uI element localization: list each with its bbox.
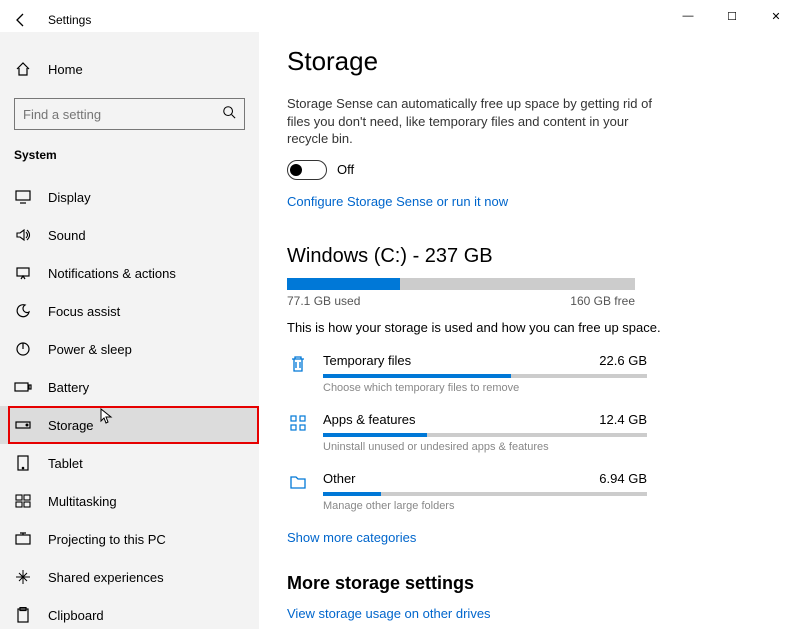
apps-icon: [287, 412, 309, 434]
display-icon: [14, 190, 32, 204]
projecting-icon: [14, 532, 32, 546]
drive-used-label: 77.1 GB used: [287, 294, 360, 308]
category-hint: Uninstall unused or undesired apps & fea…: [323, 441, 647, 453]
folder-icon: [287, 471, 309, 493]
sidebar-item-sound[interactable]: Sound: [0, 216, 259, 254]
sidebar-item-label: Notifications & actions: [48, 266, 176, 281]
drive-free-label: 160 GB free: [570, 294, 635, 308]
search-input[interactable]: [23, 107, 203, 122]
drive-usage-bar: [287, 278, 635, 290]
sidebar: Settings Home System Display Sound: [0, 32, 259, 629]
sidebar-item-notifications[interactable]: Notifications & actions: [0, 254, 259, 292]
category-hint: Manage other large folders: [323, 500, 647, 512]
home-link[interactable]: Home: [0, 52, 259, 86]
storage-sense-toggle[interactable]: [287, 160, 327, 180]
section-label: System: [0, 142, 259, 168]
page-title: Storage: [287, 46, 772, 77]
main-content: Storage Storage Sense can automatically …: [259, 32, 800, 629]
sidebar-item-display[interactable]: Display: [0, 178, 259, 216]
usage-hint: This is how your storage is used and how…: [287, 320, 772, 335]
category-apps-features[interactable]: Apps & features 12.4 GB Uninstall unused …: [287, 412, 647, 453]
drive-usage-fill: [287, 278, 400, 290]
category-hint: Choose which temporary files to remove: [323, 382, 647, 394]
power-icon: [14, 341, 32, 357]
drive-heading: Windows (C:) - 237 GB: [287, 245, 772, 268]
clipboard-icon: [14, 607, 32, 623]
configure-storage-sense-link[interactable]: Configure Storage Sense or run it now: [287, 194, 772, 209]
sidebar-item-label: Battery: [48, 380, 89, 395]
home-label: Home: [48, 62, 83, 77]
sidebar-item-label: Storage: [48, 418, 94, 433]
sidebar-item-clipboard[interactable]: Clipboard: [0, 596, 259, 634]
show-more-categories-link[interactable]: Show more categories: [287, 530, 772, 545]
nav-list: Display Sound Notifications & actions Fo…: [0, 178, 259, 634]
category-size: 22.6 GB: [599, 353, 647, 368]
search-icon: [222, 105, 236, 124]
app-title: Settings: [48, 13, 91, 27]
sidebar-item-label: Clipboard: [48, 608, 104, 623]
home-icon: [14, 61, 32, 77]
toggle-state-label: Off: [337, 162, 354, 177]
sidebar-item-storage[interactable]: Storage: [0, 406, 259, 444]
category-bar: [323, 374, 647, 378]
tablet-icon: [14, 455, 32, 471]
sidebar-item-label: Projecting to this PC: [48, 532, 166, 547]
category-size: 6.94 GB: [599, 471, 647, 486]
notifications-icon: [14, 266, 32, 280]
battery-icon: [14, 381, 32, 393]
sidebar-item-focus-assist[interactable]: Focus assist: [0, 292, 259, 330]
sidebar-item-label: Shared experiences: [48, 570, 164, 585]
sidebar-item-label: Focus assist: [48, 304, 120, 319]
sidebar-item-label: Display: [48, 190, 91, 205]
window-close[interactable]: ✕: [754, 1, 798, 31]
category-name: Apps & features: [323, 412, 416, 427]
window-minimize[interactable]: —: [666, 1, 710, 31]
sidebar-item-shared-experiences[interactable]: Shared experiences: [0, 558, 259, 596]
window-maximize[interactable]: ☐: [710, 1, 754, 31]
sidebar-item-label: Multitasking: [48, 494, 117, 509]
category-bar: [323, 492, 647, 496]
drive-usage-labels: 77.1 GB used 160 GB free: [287, 294, 635, 308]
category-name: Temporary files: [323, 353, 411, 368]
category-other[interactable]: Other 6.94 GB Manage other large folders: [287, 471, 647, 512]
trash-icon: [287, 353, 309, 375]
category-name: Other: [323, 471, 356, 486]
sidebar-item-multitasking[interactable]: Multitasking: [0, 482, 259, 520]
category-bar: [323, 433, 647, 437]
sidebar-item-battery[interactable]: Battery: [0, 368, 259, 406]
view-storage-other-drives-link[interactable]: View storage usage on other drives: [287, 606, 772, 621]
sound-icon: [14, 228, 32, 242]
shared-experiences-icon: [14, 569, 32, 585]
storage-sense-description: Storage Sense can automatically free up …: [287, 95, 657, 148]
sidebar-item-projecting[interactable]: Projecting to this PC: [0, 520, 259, 558]
highlight-box: [8, 406, 259, 444]
sidebar-item-tablet[interactable]: Tablet: [0, 444, 259, 482]
more-storage-settings-heading: More storage settings: [287, 573, 772, 594]
sidebar-item-label: Tablet: [48, 456, 83, 471]
category-temporary-files[interactable]: Temporary files 22.6 GB Choose which temp…: [287, 353, 647, 394]
storage-sense-toggle-row: Off: [287, 160, 772, 180]
storage-icon: [14, 419, 32, 431]
multitasking-icon: [14, 494, 32, 508]
sidebar-item-power-sleep[interactable]: Power & sleep: [0, 330, 259, 368]
focus-assist-icon: [14, 303, 32, 319]
back-icon[interactable]: [12, 12, 30, 28]
search-box[interactable]: [14, 98, 245, 130]
sidebar-item-label: Sound: [48, 228, 86, 243]
sidebar-item-label: Power & sleep: [48, 342, 132, 357]
category-size: 12.4 GB: [599, 412, 647, 427]
